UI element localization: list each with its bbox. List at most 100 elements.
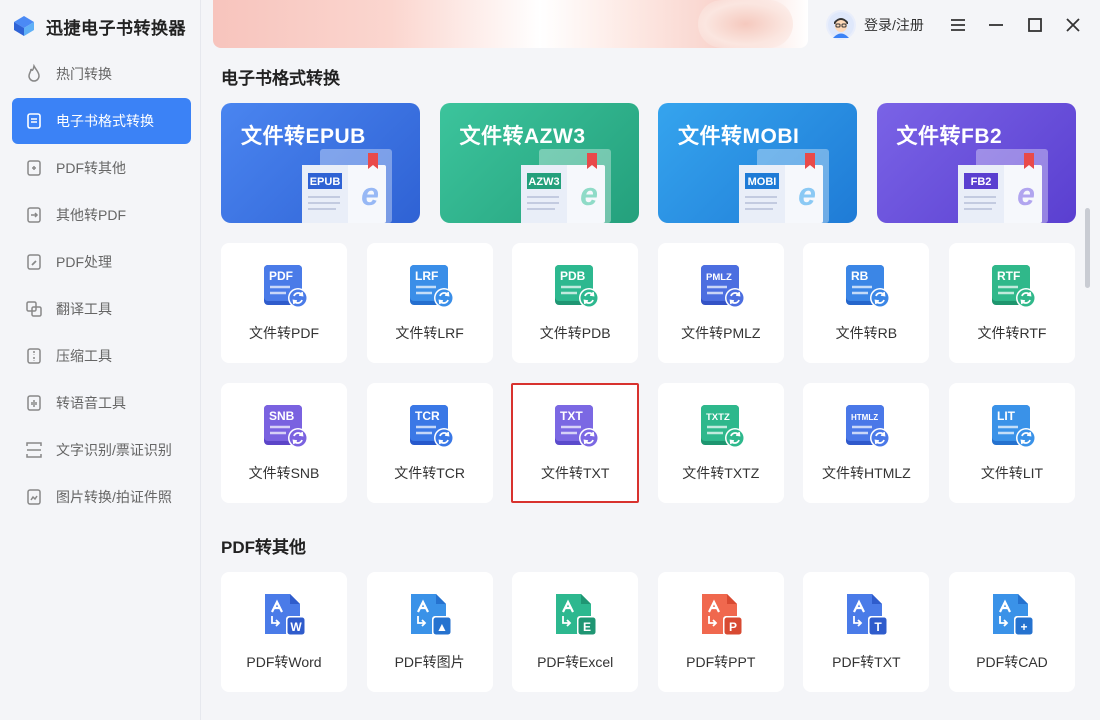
svg-text:PDB: PDB [560, 269, 586, 283]
promo-banner-decoration [698, 0, 793, 48]
tool-card-label: PDF转CAD [976, 654, 1048, 670]
image-icon [24, 487, 44, 507]
rtf-file-icon: RTF [992, 265, 1036, 308]
login-area[interactable]: 登录/注册 [826, 10, 924, 40]
tool-card-label: 文件转TXT [540, 465, 610, 481]
tool-card-label: 文件转SNB [248, 465, 320, 481]
tool-card-label: 文件转RB [835, 325, 898, 341]
avatar[interactable] [826, 10, 856, 40]
svg-text:▲: ▲ [436, 620, 448, 634]
pdf-to-ppt-icon: P [701, 594, 743, 636]
sidebar-item-label: PDF转其他 [56, 160, 126, 176]
featured-card-epub[interactable]: 文件转EPUB EPUB e [221, 103, 420, 223]
svg-text:TCR: TCR [415, 409, 440, 423]
tool-card-label: 文件转PMLZ [681, 325, 761, 341]
tool-card-rb[interactable]: RB 文件转RB [803, 243, 930, 363]
sidebar-item-5[interactable]: 翻译工具 [12, 286, 191, 332]
featured-card-fb2[interactable]: 文件转FB2 FB2 e [876, 103, 1076, 223]
pdf-file-icon: PDF [264, 265, 308, 308]
pmlz-file-icon: PMLZ [700, 265, 745, 308]
sidebar-item-label: 热门转换 [56, 66, 112, 82]
tool-card-pdb[interactable]: PDB 文件转PDB [512, 243, 639, 363]
sidebar-item-1[interactable]: 电子书格式转换 [12, 98, 191, 144]
ebook-icon [24, 111, 44, 131]
sidebar: 迅捷电子书转换器 热门转换电子书格式转换 PDF转其他其他转PDF PDF处理翻译工… [0, 0, 201, 720]
pdf-to-excel-icon: E [556, 594, 598, 636]
rb-file-icon: RB [846, 265, 891, 308]
sidebar-item-4[interactable]: PDF处理 [12, 239, 191, 285]
menu-icon[interactable] [947, 14, 969, 36]
section-title-pdf: PDF转其他 [221, 538, 306, 557]
compress-icon [24, 346, 44, 366]
sidebar-item-label: 转语音工具 [56, 395, 126, 411]
featured-card-mobi[interactable]: 文件转MOBI MOBI e [658, 103, 857, 223]
translate-icon [24, 299, 44, 319]
scrollbar[interactable] [1085, 208, 1090, 288]
tool-card-pmlz[interactable]: PMLZ 文件转PMLZ [657, 243, 784, 363]
tool-card-rtf[interactable]: RTF 文件转RTF [949, 243, 1075, 363]
svg-text:PDF: PDF [269, 269, 293, 283]
app-title: 迅捷电子书转换器 [46, 18, 186, 38]
tool-card-pdf[interactable]: PDF 文件转PDF [221, 243, 347, 363]
svg-text:E: E [583, 620, 591, 634]
pdf-to-word-icon: W [265, 594, 306, 636]
tool-card-label: 文件转RTF [977, 325, 1047, 341]
tool-card-pdfppt[interactable]: P PDF转PPT [657, 572, 784, 692]
tool-card-tcr[interactable]: TCR 文件转TCR [366, 383, 493, 503]
tool-card-label: 文件转TCR [394, 465, 465, 481]
svg-text:e: e [580, 176, 598, 212]
tool-card-label: PDF转TXT [832, 654, 901, 670]
sidebar-item-3[interactable]: 其他转PDF [12, 192, 191, 238]
close-icon[interactable] [1062, 14, 1084, 36]
minimize-icon[interactable] [985, 14, 1007, 36]
pdf-edit-icon [24, 252, 44, 272]
sidebar-item-label: PDF处理 [56, 254, 112, 270]
tool-card-label: 文件转PDF [249, 325, 319, 341]
svg-text:TXTZ: TXTZ [706, 412, 730, 423]
app-header: 迅捷电子书转换器 [12, 12, 186, 40]
sidebar-item-label: 压缩工具 [56, 348, 112, 364]
tool-card-lrf[interactable]: LRF 文件转LRF [366, 243, 493, 363]
sidebar-item-label: 图片转换/拍证件照 [56, 489, 172, 505]
tool-card-pdfexcel[interactable]: E PDF转Excel [512, 572, 639, 692]
tool-card-htmlz[interactable]: HTMLZ 文件转HTMLZ [803, 383, 930, 503]
sidebar-item-9[interactable]: 图片转换/拍证件照 [12, 474, 191, 520]
tool-card-label: PDF转Excel [537, 654, 614, 670]
lrf-file-icon: LRF [409, 265, 454, 308]
svg-text:LIT: LIT [997, 409, 1016, 423]
pdf-to-cad-icon: + [993, 594, 1034, 636]
top-bar: 登录/注册 [201, 0, 1100, 50]
svg-text:PMLZ: PMLZ [706, 272, 732, 283]
pdf-to-image-icon: ▲ [410, 594, 452, 636]
book-tag: EPUB [310, 176, 341, 188]
svg-text:W: W [290, 620, 302, 634]
ocr-icon [24, 440, 44, 460]
tool-card-label: PDF转PPT [686, 654, 756, 670]
tool-card-pdfcad[interactable]: + PDF转CAD [949, 572, 1075, 692]
tcr-file-icon: TCR [409, 405, 454, 448]
to-pdf-icon [24, 205, 44, 225]
tool-card-pdf[interactable]: ▲ PDF转图片 [366, 572, 493, 692]
book-icon: MOBI e [739, 149, 829, 223]
tool-card-pdfword[interactable]: W PDF转Word [221, 572, 347, 692]
sidebar-item-7[interactable]: 转语音工具 [12, 380, 191, 426]
sidebar-item-6[interactable]: 压缩工具 [12, 333, 191, 379]
svg-text:P: P [729, 620, 737, 634]
htmlz-file-icon: HTMLZ [846, 405, 891, 448]
sidebar-item-8[interactable]: 文字识别/票证识别 [12, 427, 191, 473]
tool-card-txtz[interactable]: TXTZ 文件转TXTZ [657, 383, 784, 503]
tool-card-snb[interactable]: SNB 文件转SNB [221, 383, 347, 503]
maximize-icon[interactable] [1024, 14, 1046, 36]
tool-card-pdftxt[interactable]: T PDF转TXT [803, 572, 930, 692]
featured-card-azw3[interactable]: 文件转AZW3 AZW3 e [439, 103, 639, 223]
fire-icon [24, 64, 44, 84]
tool-card-txt[interactable]: TXT 文件转TXT [511, 383, 640, 503]
sidebar-item-0[interactable]: 热门转换 [12, 51, 191, 97]
login-register-link[interactable]: 登录/注册 [864, 15, 924, 35]
sidebar-item-label: 文字识别/票证识别 [56, 442, 172, 458]
svg-text:TXT: TXT [560, 409, 583, 423]
pdb-file-icon: PDB [555, 265, 600, 308]
tool-card-lit[interactable]: LIT 文件转LIT [949, 383, 1075, 503]
sidebar-item-2[interactable]: PDF转其他 [12, 145, 191, 191]
lit-file-icon: LIT [992, 405, 1036, 448]
